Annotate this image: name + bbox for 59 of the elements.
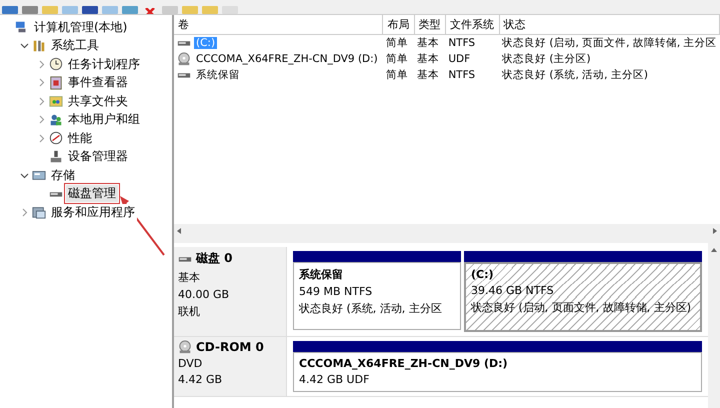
expand-chevron-icon[interactable] (37, 96, 46, 106)
expand-chevron-icon[interactable] (37, 78, 46, 88)
tree-item[interactable]: 任务计划程序 (66, 56, 142, 73)
table-cell: 基本 (417, 53, 439, 65)
services-icon (32, 205, 46, 220)
table-cell: NTFS (448, 69, 476, 81)
column-header[interactable]: 文件系统 (445, 15, 500, 34)
partition-block[interactable]: (C:) 39.46 GB NTFS 状态良好 (启动, 页面文件, 故障转储, 主分区) (464, 262, 702, 332)
scroll-up-icon[interactable] (710, 247, 718, 253)
tree-item[interactable]: 服务和应用程序 (49, 204, 137, 221)
column-header[interactable]: 卷 (174, 15, 383, 34)
tools-icon (32, 38, 46, 53)
horizontal-scrollbar[interactable] (174, 224, 720, 237)
disc-drive-icon (177, 52, 191, 66)
storage-icon (32, 168, 46, 182)
disk-name: CD-ROM 0 (196, 340, 264, 354)
expand-chevron-icon[interactable] (20, 208, 29, 217)
column-header[interactable]: 布局 (382, 15, 414, 34)
scroll-right-icon[interactable] (712, 226, 718, 234)
table-cell: 状态良好 (系统, 活动, 主分区) (502, 69, 648, 81)
table-cell: 基本 (417, 37, 439, 49)
volume-name[interactable]: CCCOMA_X64FRE_ZH-CN_DV9 (D:) (194, 53, 380, 65)
users-icon (49, 112, 63, 127)
table-cell: 状态良好 (主分区) (502, 53, 591, 65)
tree-item[interactable]: 计算机管理(本地) (32, 18, 130, 36)
tree-item[interactable]: 存储 (49, 166, 77, 184)
clock-icon (49, 57, 63, 72)
tree-item[interactable]: 性能 (66, 130, 94, 147)
disc-drive-icon (178, 340, 192, 354)
expand-chevron-icon[interactable] (37, 115, 46, 124)
partition-size: 39.46 GB NTFS (471, 284, 695, 297)
collapse-chevron-icon[interactable] (20, 170, 29, 180)
scroll-left-icon[interactable] (176, 226, 182, 234)
device-icon (49, 150, 63, 164)
event-icon (49, 76, 63, 90)
column-header[interactable]: 类型 (414, 15, 446, 34)
column-header[interactable]: 状态 (499, 15, 720, 34)
share-icon (49, 94, 63, 108)
collapse-chevron-icon[interactable] (20, 41, 29, 50)
partition-name: (C:) (471, 268, 695, 281)
expand-chevron-icon[interactable] (37, 60, 46, 69)
volume-name[interactable]: 系统保留 (194, 68, 242, 82)
tree-item[interactable]: 磁盘管理 (66, 185, 118, 202)
expand-chevron-icon[interactable] (37, 134, 46, 143)
table-cell: 简单 (386, 69, 408, 81)
tree-item[interactable]: 共享文件夹 (66, 92, 130, 110)
partition-block[interactable]: 系统保留 549 MB NTFS 状态良好 (系统, 活动, 主分区 (293, 262, 461, 330)
table-cell: UDF (448, 53, 470, 65)
partition-status: 状态良好 (启动, 页面文件, 故障转储, 主分区) (471, 300, 692, 315)
table-cell: 基本 (417, 69, 439, 81)
disk-name: 磁盘 0 (196, 250, 233, 267)
table-cell: 状态良好 (启动, 页面文件, 故障转储, 主分区 (502, 37, 716, 49)
table-cell: 简单 (386, 37, 408, 49)
delete-icon[interactable] (142, 6, 158, 14)
table-cell: 简单 (386, 53, 408, 65)
partition-block[interactable]: CCCOMA_X64FRE_ZH-CN_DV9 (D:) 4.42 GB UDF (293, 352, 702, 392)
vertical-scrollbar[interactable] (708, 243, 720, 408)
perf-icon (49, 131, 63, 146)
table-cell: NTFS (448, 37, 476, 49)
